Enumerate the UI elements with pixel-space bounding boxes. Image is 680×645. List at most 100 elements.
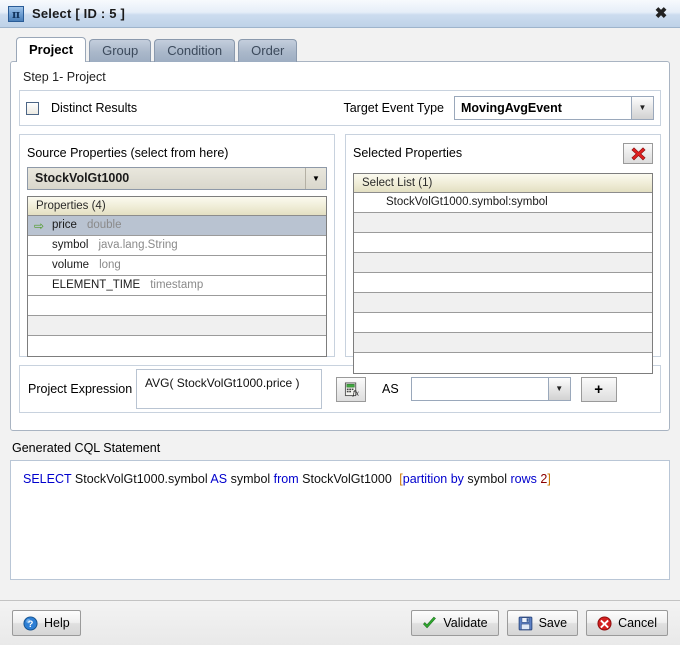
property-name: symbol xyxy=(52,239,89,251)
property-name: volume xyxy=(52,259,90,271)
cql-token-column: StockVolGt1000.symbol xyxy=(74,472,208,486)
property-type: double xyxy=(86,219,122,231)
cql-token-select: SELECT xyxy=(23,472,72,486)
help-button[interactable]: ? Help xyxy=(12,610,81,636)
selection-arrow-icon: ⇨ xyxy=(34,218,45,233)
delete-selected-button[interactable] xyxy=(623,142,653,164)
property-type: timestamp xyxy=(150,279,204,291)
selected-properties-grid: Select List (1) StockVolGt1000.symbol:sy… xyxy=(353,173,653,374)
validate-label: Validate xyxy=(443,616,488,630)
list-item-empty[interactable] xyxy=(354,233,652,253)
list-item-empty[interactable] xyxy=(354,333,652,353)
source-stream-select[interactable]: StockVolGt1000 ▼ xyxy=(27,167,327,190)
selected-properties-header: Selected Properties xyxy=(353,141,653,165)
dialog-body: Project Group Condition Order Step 1- Pr… xyxy=(0,28,680,600)
list-item-empty[interactable] xyxy=(354,313,652,333)
red-x-icon xyxy=(630,146,646,160)
pi-icon: π xyxy=(8,5,24,22)
selected-properties-panel: Selected Properties Select List (1) Stoc… xyxy=(345,134,661,374)
target-event-type-group: Target Event Type MovingAvgEvent ▼ xyxy=(343,96,654,120)
check-icon xyxy=(423,616,437,628)
options-row: Distinct Results Target Event Type Movin… xyxy=(19,90,661,126)
as-label: AS xyxy=(382,382,399,396)
tab-group[interactable]: Group xyxy=(89,39,152,62)
window-title: Select [ ID : 5 ] xyxy=(32,6,125,21)
as-alias-value xyxy=(412,378,548,400)
svg-text:?: ? xyxy=(28,619,34,629)
svg-text:fx: fx xyxy=(351,388,358,396)
property-type: java.lang.String xyxy=(98,239,178,251)
add-expression-button[interactable]: + xyxy=(580,376,617,402)
chevron-down-icon[interactable]: ▼ xyxy=(631,97,653,119)
property-type: long xyxy=(99,259,121,271)
list-item-empty[interactable] xyxy=(354,273,652,293)
cql-token-source: StockVolGt1000 xyxy=(302,472,392,486)
target-event-type-select[interactable]: MovingAvgEvent ▼ xyxy=(454,96,654,120)
list-item-empty[interactable] xyxy=(354,353,652,373)
property-name: price xyxy=(52,219,77,231)
cancel-label: Cancel xyxy=(618,616,657,630)
validate-button[interactable]: Validate xyxy=(411,610,499,636)
chevron-down-icon[interactable]: ▼ xyxy=(305,168,326,189)
step-label: Step 1- Project xyxy=(23,70,106,84)
list-item-empty[interactable] xyxy=(354,293,652,313)
selected-grid-header: Select List (1) xyxy=(354,174,652,193)
cql-token-partition-by: partition by xyxy=(402,472,464,486)
source-stream-value: StockVolGt1000 xyxy=(35,171,130,185)
project-expression-input[interactable]: AVG( StockVolGt1000.price ) xyxy=(136,369,322,409)
close-icon[interactable]: ✖ xyxy=(648,4,674,24)
generated-cql-statement: SELECT StockVolGt1000.symbol AS symbol f… xyxy=(10,460,670,580)
dialog-footer: ? Help Validate Save Cancel xyxy=(0,600,680,645)
property-name: ELEMENT_TIME xyxy=(52,279,141,291)
list-item-empty[interactable] xyxy=(354,253,652,273)
selected-properties-title: Selected Properties xyxy=(353,146,463,160)
source-properties-header: Source Properties (select from here) xyxy=(27,141,327,165)
list-item-empty[interactable] xyxy=(354,213,652,233)
tab-condition[interactable]: Condition xyxy=(154,39,236,62)
target-event-type-value: MovingAvgEvent xyxy=(461,101,562,115)
save-label: Save xyxy=(538,616,568,630)
cql-token-from: from xyxy=(273,472,299,486)
help-icon: ? xyxy=(23,615,38,631)
selected-property-label: StockVolGt1000.symbol:symbol xyxy=(386,196,548,208)
cql-token-alias: symbol xyxy=(230,472,271,486)
table-row-empty[interactable] xyxy=(28,296,326,316)
save-button[interactable]: Save xyxy=(506,610,579,636)
cql-token-rows: rows xyxy=(510,472,537,486)
calculator-fx-icon: fx xyxy=(344,381,359,397)
table-row[interactable]: volume long xyxy=(28,256,326,276)
select-dialog: π Select [ ID : 5 ] ✖ Project Group Cond… xyxy=(0,0,680,645)
project-expression-label: Project Expression xyxy=(28,382,133,396)
cql-token-close-bracket: ] xyxy=(547,472,551,486)
cql-token-as: AS xyxy=(210,472,228,486)
table-row-empty[interactable] xyxy=(28,316,326,336)
table-row-empty[interactable] xyxy=(28,336,326,356)
checkbox-box[interactable] xyxy=(26,101,39,115)
expression-builder-button[interactable]: fx xyxy=(336,376,366,402)
distinct-results-label: Distinct Results xyxy=(51,101,138,115)
source-properties-panel: Source Properties (select from here) Sto… xyxy=(19,134,335,357)
chevron-down-icon[interactable]: ▼ xyxy=(547,378,570,400)
target-event-type-label: Target Event Type xyxy=(343,101,444,115)
source-properties-grid: Properties (4) ⇨ price double symbol jav… xyxy=(27,196,327,357)
source-properties-title: Source Properties (select from here) xyxy=(27,146,229,160)
table-row[interactable]: ELEMENT_TIME timestamp xyxy=(28,276,326,296)
table-row[interactable]: ⇨ price double xyxy=(28,216,326,236)
tab-strip: Project Group Condition Order xyxy=(16,36,670,62)
generated-cql-label: Generated CQL Statement xyxy=(12,441,161,455)
list-item[interactable]: StockVolGt1000.symbol:symbol xyxy=(354,193,652,213)
table-row[interactable]: symbol java.lang.String xyxy=(28,236,326,256)
cancel-button[interactable]: Cancel xyxy=(586,610,668,636)
title-bar: π Select [ ID : 5 ] ✖ xyxy=(0,0,680,28)
save-floppy-icon xyxy=(518,616,532,630)
tab-project[interactable]: Project xyxy=(16,37,87,62)
project-tab-panel: Step 1- Project Distinct Results Target … xyxy=(10,61,670,431)
as-alias-select[interactable]: ▼ xyxy=(410,377,571,401)
properties-area: Source Properties (select from here) Sto… xyxy=(19,134,661,374)
source-grid-header: Properties (4) xyxy=(28,197,326,216)
tab-order[interactable]: Order xyxy=(238,39,298,62)
distinct-results-checkbox[interactable]: Distinct Results xyxy=(26,101,137,115)
cancel-icon xyxy=(597,615,612,631)
cql-token-partition-col: symbol xyxy=(467,472,507,486)
help-label: Help xyxy=(44,616,70,630)
